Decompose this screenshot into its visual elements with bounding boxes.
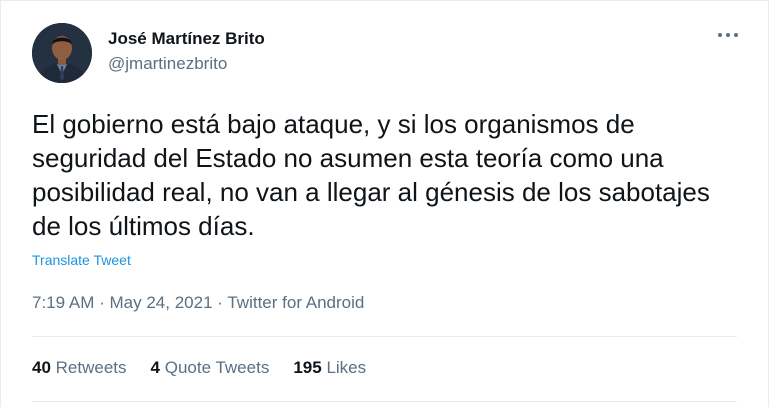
tweet-stats: 40 Retweets 4 Quote Tweets 195 Likes	[32, 358, 390, 378]
avatar[interactable]	[32, 23, 92, 83]
tweet-meta: 7:19 AM · May 24, 2021 · Twitter for And…	[32, 293, 364, 313]
tweet-time[interactable]: 7:19 AM	[32, 293, 94, 312]
meta-separator: ·	[99, 293, 105, 312]
retweets-stat[interactable]: 40 Retweets	[32, 358, 127, 378]
quote-tweets-label: Quote Tweets	[164, 358, 270, 377]
tweet-date[interactable]: May 24, 2021	[110, 293, 213, 312]
divider	[32, 401, 737, 402]
tweet-text: El gobierno está bajo ataque, y si los o…	[32, 109, 710, 241]
author-name[interactable]: José Martínez Brito	[108, 29, 265, 49]
likes-stat[interactable]: 195 Likes	[293, 358, 366, 378]
author-handle[interactable]: @jmartinezbrito	[108, 54, 227, 74]
retweets-count: 40	[32, 358, 51, 377]
tweet-source[interactable]: Twitter for Android	[227, 293, 364, 312]
quote-tweets-count: 4	[150, 358, 160, 377]
likes-count: 195	[293, 358, 322, 377]
tweet-card: José Martínez Brito @jmartinezbrito El g…	[0, 0, 769, 407]
retweets-label: Retweets	[55, 358, 127, 377]
translate-tweet-link[interactable]: Translate Tweet	[32, 252, 131, 268]
divider	[32, 336, 737, 337]
quote-tweets-stat[interactable]: 4 Quote Tweets	[151, 358, 270, 378]
likes-label: Likes	[326, 358, 367, 377]
avatar-image	[32, 23, 92, 83]
meta-separator: ·	[217, 293, 223, 312]
more-icon[interactable]	[715, 25, 741, 45]
